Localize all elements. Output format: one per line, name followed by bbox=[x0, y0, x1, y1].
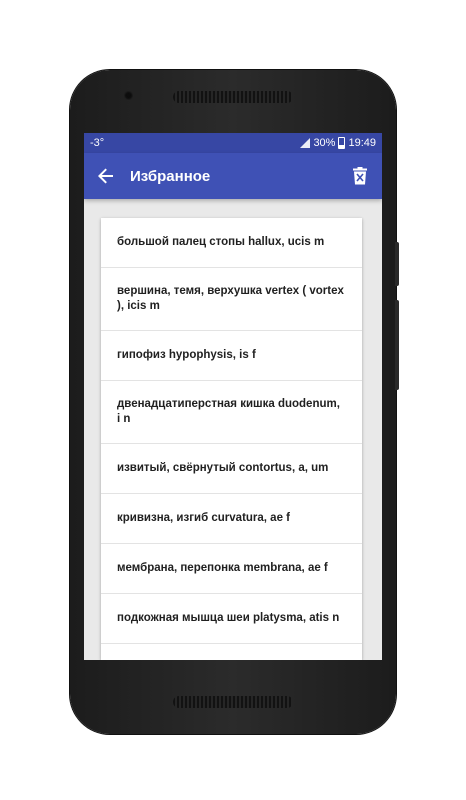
list-item[interactable]: извитый, свёрнутый contortus, a, um bbox=[101, 444, 362, 494]
list-item-text: подкожная мышца шеи platysma, atis n bbox=[117, 612, 340, 624]
front-camera bbox=[124, 91, 133, 100]
list-item-text: извитый, свёрнутый contortus, a, um bbox=[117, 462, 329, 474]
signal-icon bbox=[300, 138, 311, 148]
list-item[interactable]: вершина, темя, верхушка vertex ( vortex … bbox=[101, 268, 362, 331]
list-item[interactable]: подкожная мышца шеи platysma, atis n bbox=[101, 594, 362, 644]
list-item-text: большой палец стопы hallux, ucis m bbox=[117, 236, 325, 248]
favorites-list: большой палец стопы hallux, ucis m верши… bbox=[101, 218, 362, 660]
list-item-text: двенадцатиперстная кишка duodenum, i n bbox=[117, 398, 340, 425]
list-item-text: мембрана, перепонка membrana, ae f bbox=[117, 562, 328, 574]
list-item[interactable]: кривизна, изгиб curvatura, ae f bbox=[101, 494, 362, 544]
list-item[interactable]: двенадцатиперстная кишка duodenum, i n bbox=[101, 381, 362, 444]
list-item[interactable]: мембрана, перепонка membrana, ae f bbox=[101, 544, 362, 594]
top-speaker bbox=[173, 91, 293, 103]
list-item[interactable]: большой палец стопы hallux, ucis m bbox=[101, 218, 362, 268]
status-indicators: 30% 19:49 bbox=[300, 137, 376, 149]
status-bar: -3° 30% 19:49 bbox=[84, 133, 382, 153]
list-item-text: гипофиз hypophysis, is f bbox=[117, 349, 256, 361]
power-button bbox=[395, 300, 399, 390]
list-item-text: кривизна, изгиб curvatura, ae f bbox=[117, 512, 290, 524]
list-item[interactable]: гипофиз hypophysis, is f bbox=[101, 331, 362, 381]
bottom-speaker bbox=[173, 696, 293, 708]
arrow-back-icon[interactable] bbox=[96, 166, 116, 186]
temperature-text: -3° bbox=[90, 137, 105, 149]
screen: -3° 30% 19:49 Избранное большой палец ст… bbox=[84, 133, 382, 660]
page-title: Избранное bbox=[130, 167, 211, 185]
battery-percent: 30% bbox=[313, 137, 336, 149]
volume-button bbox=[395, 242, 399, 286]
app-bar: Избранное bbox=[84, 153, 382, 199]
trash-icon[interactable] bbox=[350, 165, 370, 187]
clock: 19:49 bbox=[348, 137, 376, 149]
list-item-text: вершина, темя, верхушка vertex ( vortex … bbox=[117, 285, 344, 312]
battery-icon bbox=[338, 137, 346, 149]
